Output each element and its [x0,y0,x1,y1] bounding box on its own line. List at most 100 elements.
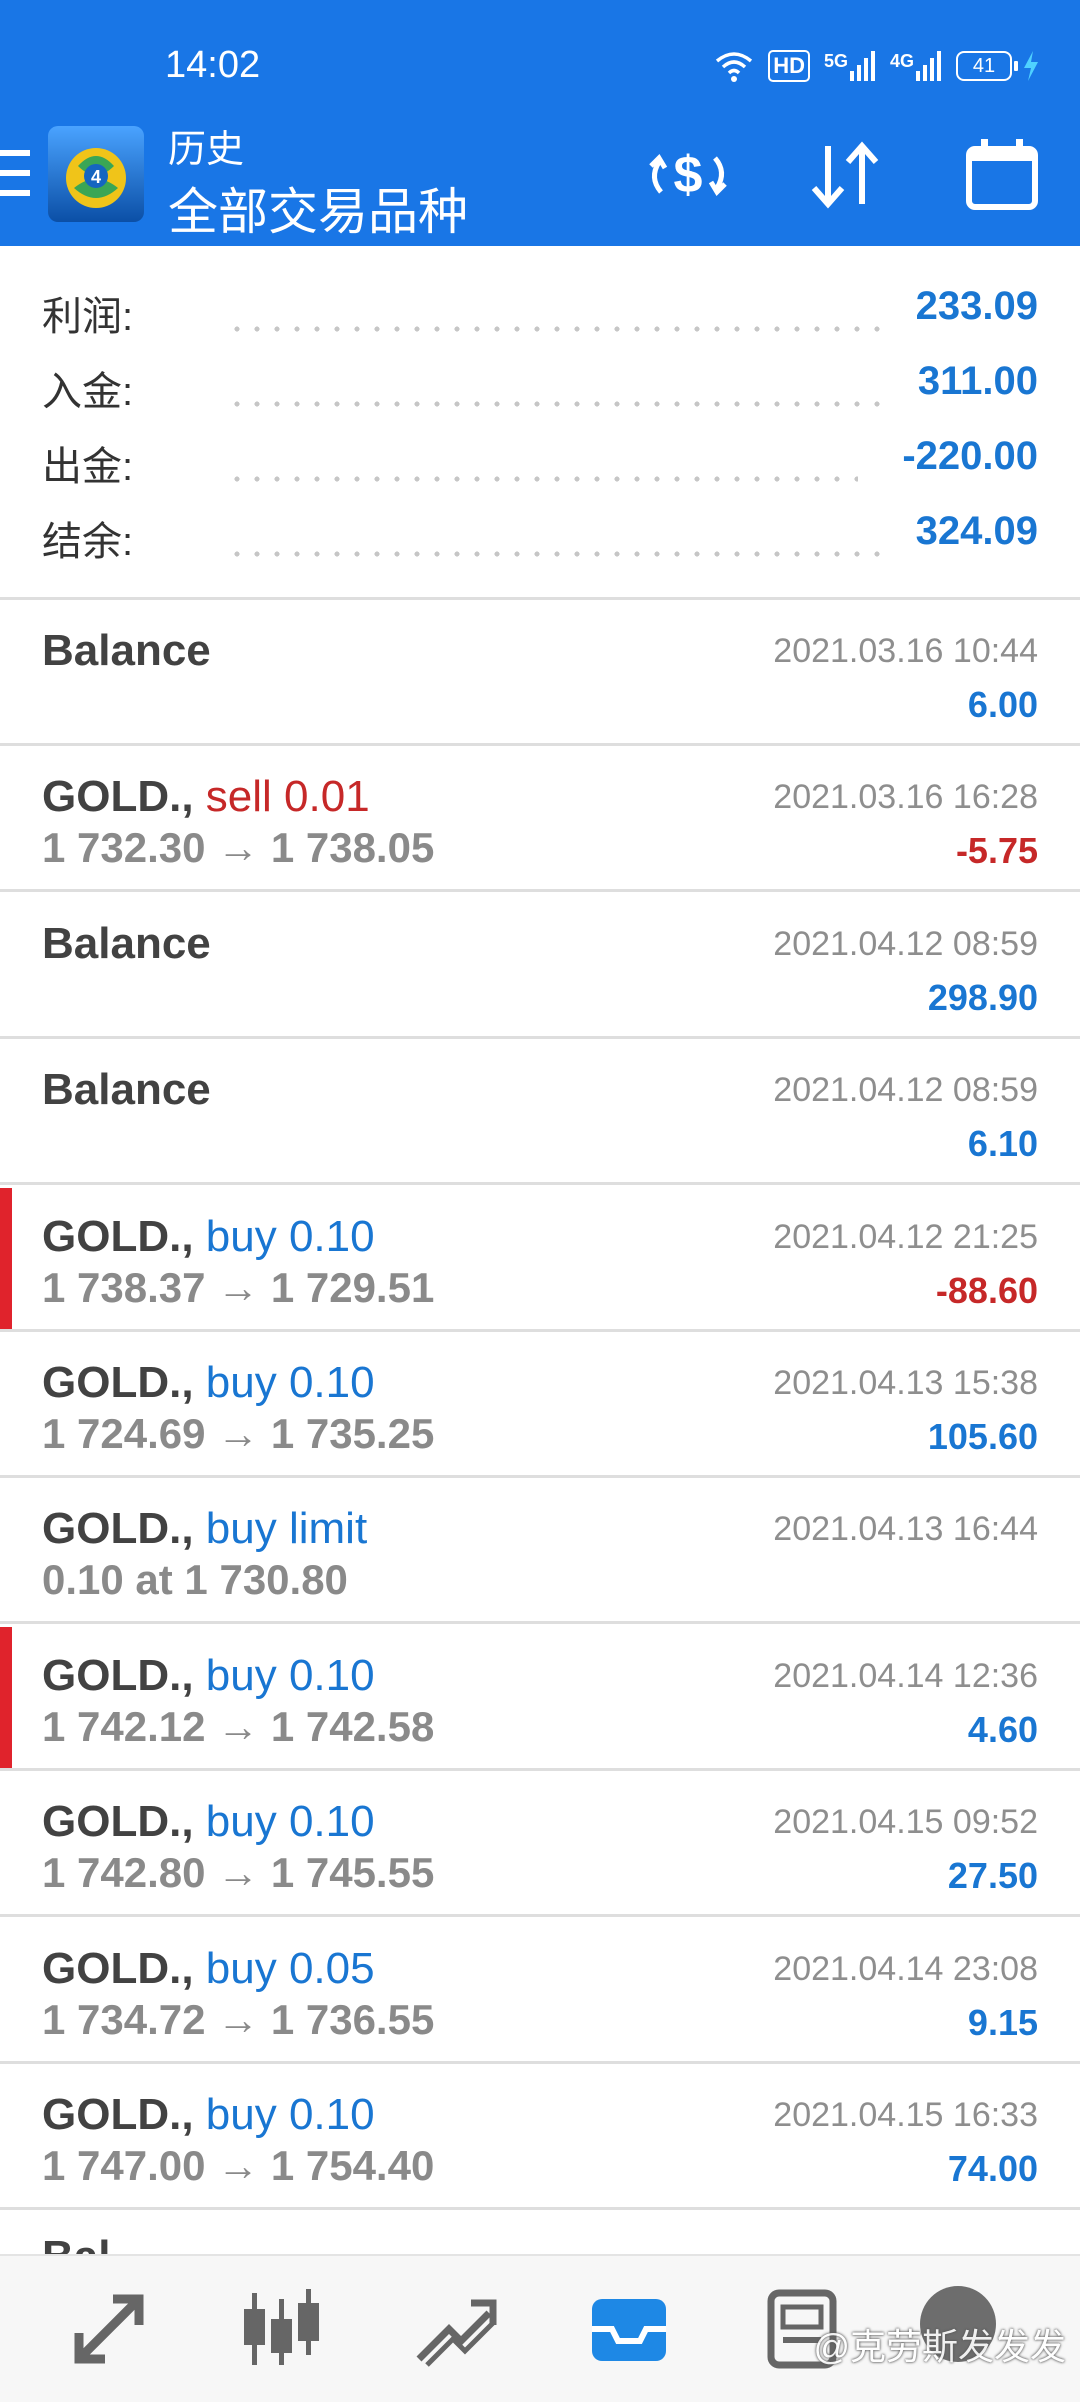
row-action: buy 0.10 [205,1211,375,1261]
symbol-filter[interactable]: 全部交易品种 [168,172,468,244]
row-profit: 298.90 [927,976,1038,1018]
row-title: GOLD., sell 0.01 [42,772,370,822]
nav-trade[interactable] [400,2274,510,2384]
row-symbol: GOLD., [42,1650,194,1700]
history-row[interactable]: GOLD., buy 0.10 1 747.00 → 1 754.40 2021.0… [0,2064,1080,2210]
row-symbol: GOLD., [42,1504,194,1554]
row-title: GOLD., buy limit [42,1504,367,1554]
deposit-filter-button[interactable]: $ [640,130,736,220]
nav-chart[interactable] [226,2274,336,2384]
row-symbol: GOLD., [42,2090,194,2139]
row-action: buy 0.10 [205,1797,375,1847]
app-header: 14:02 HD 5G 4G 41 4 历史 全部交易品种 $ [0,0,1080,246]
history-row[interactable]: GOLD., sell 0.01 1 732.30 → 1 738.05 2021.… [0,746,1080,893]
row-title: GOLD., buy 0.10 [42,1797,375,1847]
dotted-leader [227,401,888,407]
quotes-icon [74,2294,144,2364]
summary-row-balance: 结余: 324.09 [42,509,1038,569]
row-title: GOLD., buy 0.05 [42,1944,375,1994]
row-price-detail: 1 742.12 → 1 742.58 [42,1702,435,1750]
history-inbox-icon [592,2299,666,2361]
row-title: Balance [42,919,211,969]
row-price-detail: 0.10 at 1 730.80 [42,1556,348,1604]
nav-history[interactable] [574,2274,684,2384]
summary-value: 233.09 [915,284,1038,328]
wifi-icon [716,52,753,82]
menu-icon[interactable] [0,150,30,200]
divider [0,2207,1080,2210]
row-title: GOLD., buy 0.10 [42,1358,375,1408]
history-row[interactable]: GOLD., buy 0.10 1 742.80 → 1 745.55 2021.0… [0,1771,1080,1918]
row-title: Balance [42,1065,211,1115]
history-row[interactable]: GOLD., buy 0.10 1 738.37 → 1 729.51 2021.0… [0,1185,1080,1332]
row-symbol: Balance [42,626,211,675]
net-label-4g: 4G [889,51,914,71]
row-action: sell 0.01 [205,772,370,822]
summary-label: 利润: [42,295,134,339]
history-row[interactable]: GOLD., buy 0.10 1 742.12 → 1 742.58 2021.0… [0,1624,1080,1771]
history-row[interactable]: GOLD., buy 0.10 1 724.69 → 1 735.25 2021.0… [0,1332,1080,1478]
summary-row-withdrawal: 出金: -220.00 [42,434,1038,494]
row-profit: 6.00 [967,684,1038,725]
row-profit: 74.00 [947,2148,1038,2189]
dotted-leader [227,326,888,332]
row-price-detail: 1 724.69 → 1 735.25 [42,1410,435,1457]
row-time: 2021.03.16 16:28 [773,778,1038,817]
row-profit: 6.10 [967,1123,1038,1165]
open-marker [0,1626,12,1771]
summary-row-deposit: 入金: 311.00 [42,359,1038,419]
sort-icon [811,141,879,209]
history-row[interactable]: Balance 2021.04.12 08:59 6.10 [0,1039,1080,1186]
summary-label: 入金: [42,370,134,414]
row-time: 2021.04.13 15:38 [773,1364,1038,1402]
screen-title: 历史 [168,129,245,171]
watermark: @克劳斯发发发 [813,2326,1066,2367]
history-row[interactable]: GOLD., buy 0.05 1 734.72 → 1 736.55 2021.0… [0,1917,1080,2064]
row-time: 2021.04.14 12:36 [773,1656,1038,1695]
row-profit: 9.15 [967,2001,1038,2043]
dotted-leader [227,551,888,557]
app-logo: 4 [48,126,144,222]
row-symbol: GOLD., [42,1211,194,1261]
row-action: buy 0.10 [205,1358,375,1407]
row-profit: 4.60 [967,1708,1038,1750]
sort-button[interactable] [798,130,894,220]
row-profit: -88.60 [935,1269,1038,1311]
nav-quotes[interactable] [54,2274,164,2384]
row-price-detail: 1 742.80 → 1 745.55 [42,1849,435,1897]
history-row[interactable]: Balance 2021.04.12 08:59 298.90 [0,892,1080,1039]
row-symbol: GOLD., [42,1358,194,1407]
row-price-detail: 1 734.72 → 1 736.55 [42,1995,435,2043]
row-symbol: GOLD., [42,1797,194,1847]
row-time: 2021.04.12 08:59 [773,924,1038,963]
row-price-detail: 1 738.37 → 1 729.51 [42,1263,435,1311]
row-title: GOLD., buy 0.10 [42,1212,375,1262]
calendar-button[interactable] [954,130,1050,220]
currency-exchange-icon: $ [649,146,727,204]
row-price-detail: 1 732.30 → 1 738.05 [42,824,435,872]
summary-value: 311.00 [917,359,1038,403]
row-symbol: GOLD., [42,1943,194,1993]
history-row[interactable]: GOLD., buy limit 0.10 at 1 730.80 2021.04.… [0,1478,1080,1625]
svg-text:4: 4 [91,167,101,187]
row-price-detail: 1 747.00 → 1 754.40 [42,2142,435,2189]
bottom-navigation: @克劳斯发发发 [0,2254,1080,2402]
status-icons: HD 5G 4G 41 [714,44,1040,88]
calendar-icon [966,139,1038,210]
row-action: buy 0.10 [205,1650,375,1700]
row-title: Balance [42,626,211,676]
candlestick-icon [244,2289,319,2365]
row-time: 2021.04.12 08:59 [773,1071,1038,1110]
row-action: buy limit [205,1504,368,1554]
row-profit: 27.50 [947,1855,1038,1897]
battery-icon: 41 [956,51,1040,81]
signal-5g-icon: 5G [824,51,876,81]
summary-label: 出金: [42,445,134,489]
battery-level: 41 [956,51,1012,81]
row-profit: -5.75 [955,830,1038,872]
svg-text:$: $ [674,146,703,204]
trade-icon [416,2299,497,2367]
account-summary: 利润: 233.09 入金: 311.00 出金: -220.00 结余: 32… [0,246,1080,598]
row-time: 2021.04.15 09:52 [773,1803,1038,1842]
history-row[interactable]: Balance 2021.03.16 10:44 6.00 [0,600,1080,746]
